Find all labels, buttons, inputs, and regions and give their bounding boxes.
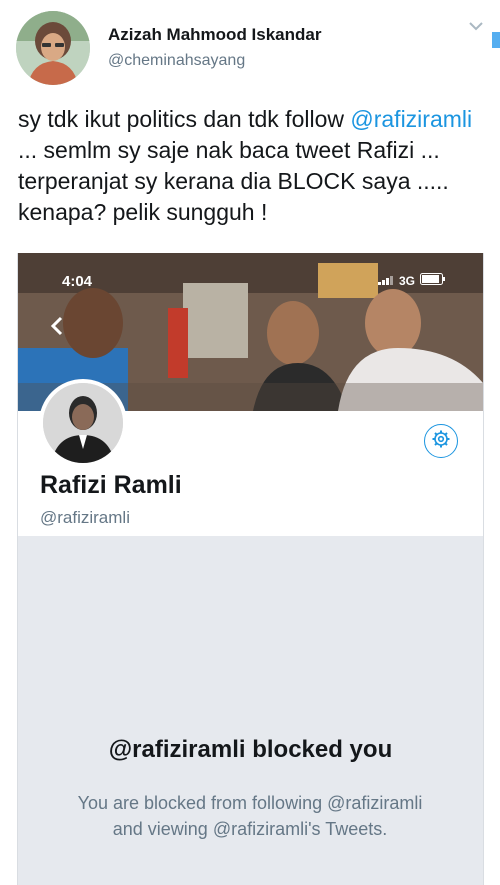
tweet-text-part1: sy tdk ikut politics dan tdk follow	[18, 106, 351, 132]
profile-avatar[interactable]	[39, 379, 127, 467]
blocked-message: You are blocked from following @rafizira…	[77, 793, 423, 839]
tweet-text: sy tdk ikut politics dan tdk follow @raf…	[18, 104, 488, 228]
chevron-down-icon[interactable]	[468, 18, 484, 36]
mention-link[interactable]: @rafiziramli	[350, 106, 472, 132]
back-chevron-icon[interactable]	[50, 315, 64, 342]
profile-card: Rafizi Ramli @rafiziramli	[18, 379, 483, 536]
gear-icon	[431, 429, 451, 454]
edge-accent	[492, 32, 500, 48]
status-indicators: 3G	[378, 272, 446, 290]
settings-button[interactable]	[424, 424, 458, 458]
tweet-header: Azizah Mahmood Iskandar @cheminahsayang	[0, 0, 500, 95]
author-avatar[interactable]	[16, 11, 90, 85]
battery-icon	[420, 272, 446, 290]
profile-name: Rafizi Ramli	[40, 471, 182, 499]
signal-icon	[378, 272, 394, 290]
profile-handle: @rafiziramli	[40, 508, 130, 527]
author-name[interactable]: Azizah Mahmood Iskandar	[108, 25, 321, 45]
embedded-screenshot[interactable]: 4:04 3G Rafizi Ramli @rafiziramli @rafiz…	[17, 253, 484, 885]
status-time: 4:04	[62, 273, 93, 290]
blocked-title: @rafiziramli blocked you	[108, 736, 393, 763]
network-type: 3G	[399, 274, 416, 288]
author-handle[interactable]: @cheminahsayang	[108, 52, 245, 70]
tweet-text-part2: ... semlm sy saje nak baca tweet Rafizi …	[18, 137, 449, 225]
